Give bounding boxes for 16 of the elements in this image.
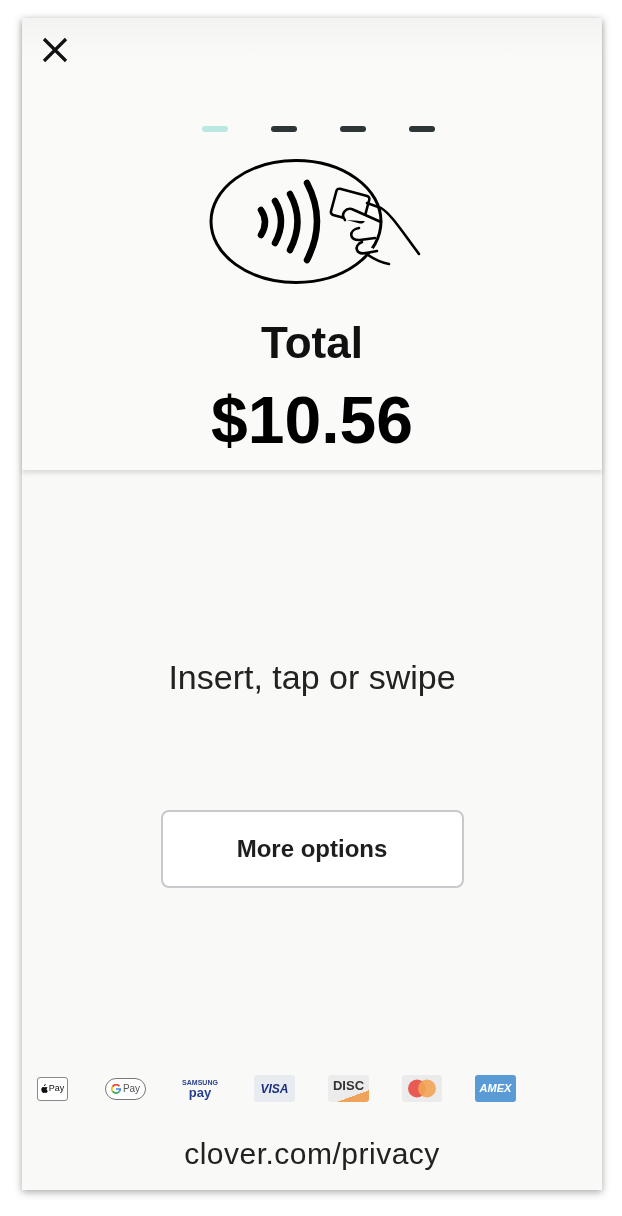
contactless-tap-icon xyxy=(209,158,421,284)
amex-card-logo: AMEX xyxy=(475,1075,516,1103)
privacy-link[interactable]: clover.com/privacy xyxy=(184,1137,440,1172)
pay-label: Pay xyxy=(122,1083,141,1094)
close-icon xyxy=(42,37,68,63)
payment-prompt: Insert, tap or swipe xyxy=(168,658,456,698)
apple-icon xyxy=(40,1084,48,1094)
total-label: Total xyxy=(261,318,363,369)
more-options-button[interactable]: More options xyxy=(160,810,464,889)
visa-card-logo: VISA xyxy=(254,1075,295,1103)
total-amount: $10.56 xyxy=(211,382,413,459)
pay-label: pay xyxy=(188,1085,212,1099)
multicolor-g-icon xyxy=(110,1083,121,1094)
overlapping-circles-card-icon xyxy=(402,1075,442,1103)
pay-label: Pay xyxy=(48,1084,65,1094)
disc-card-logo: DISC xyxy=(328,1075,369,1103)
